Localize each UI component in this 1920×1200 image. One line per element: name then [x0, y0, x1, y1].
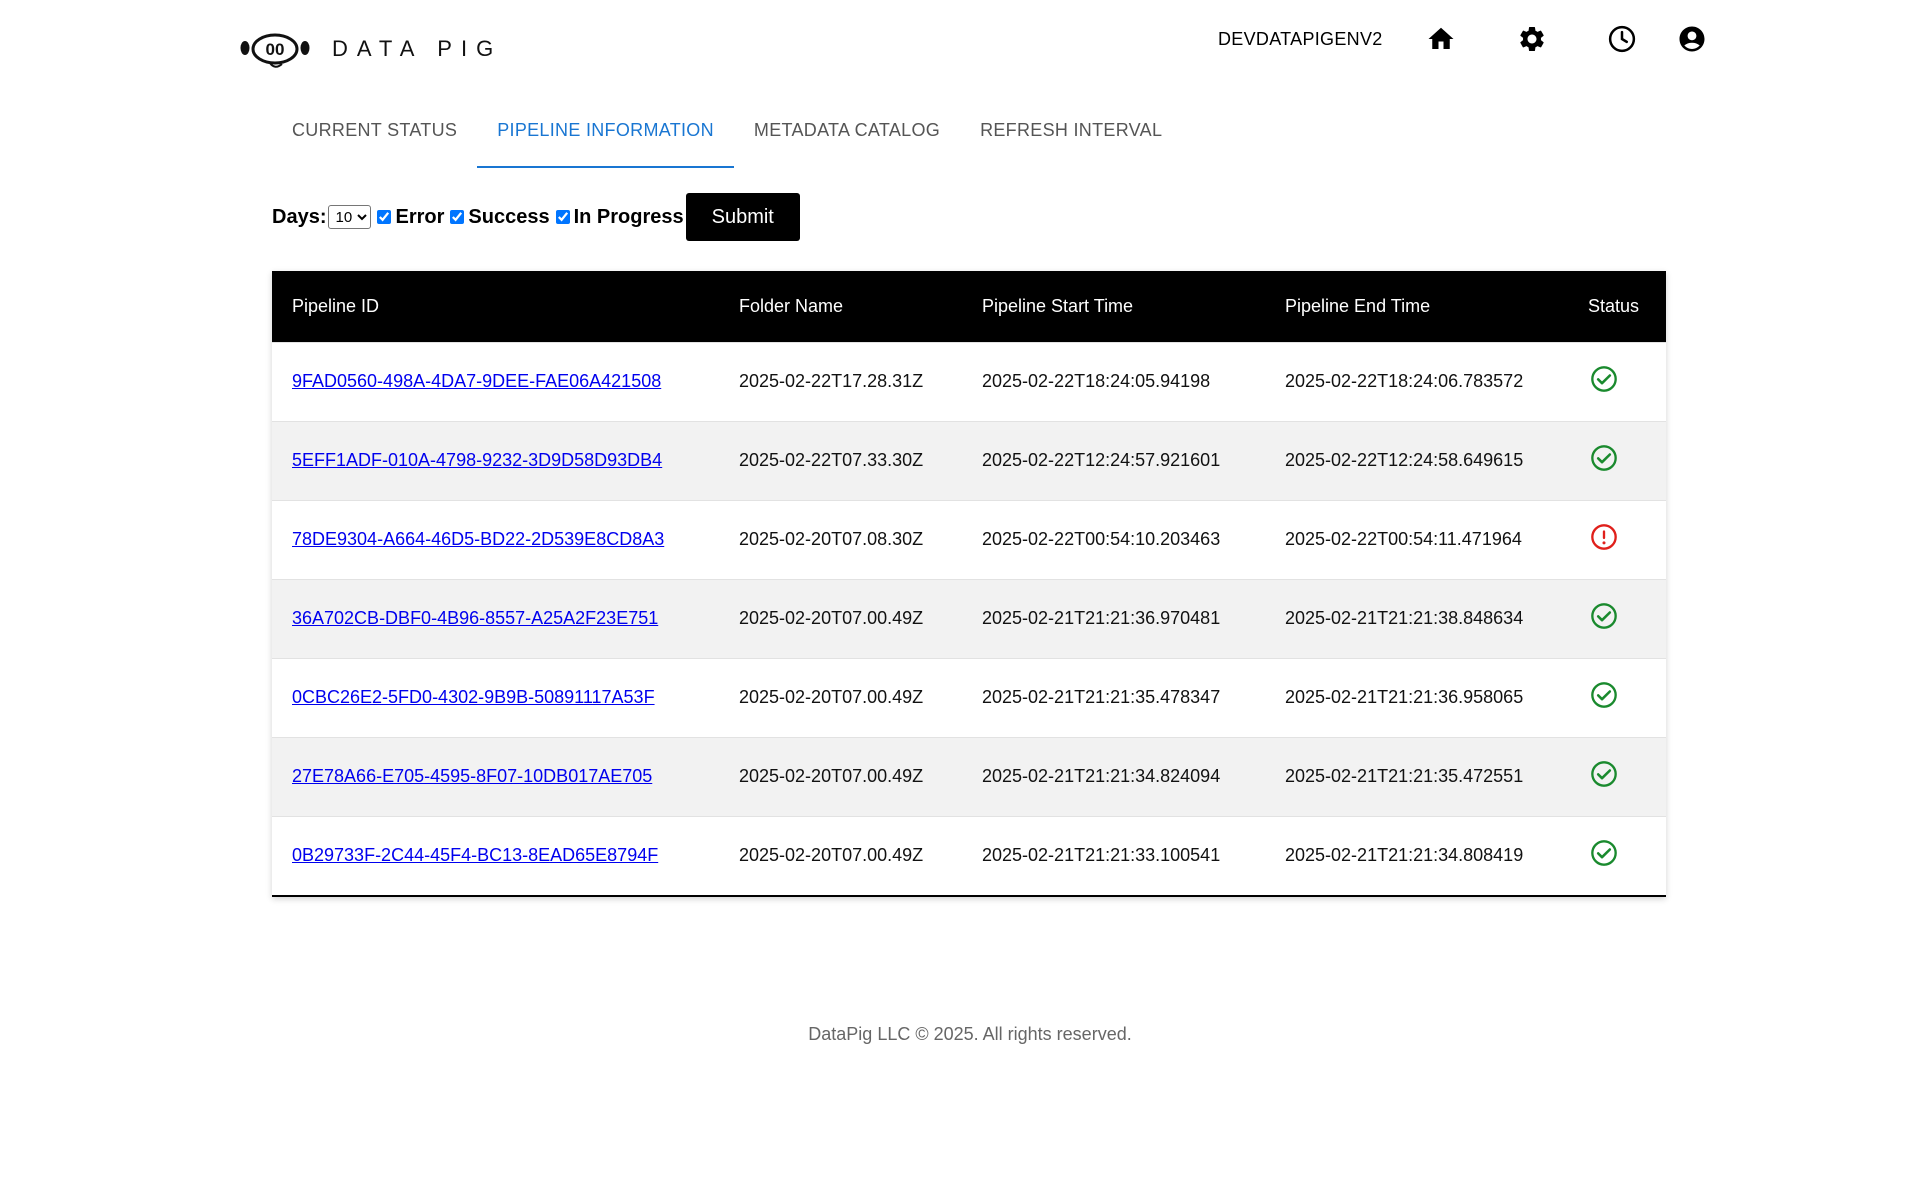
end-time-cell: 2025-02-21T21:21:35.472551 — [1285, 766, 1524, 786]
success-status-icon — [1590, 839, 1618, 867]
pipeline-id-link[interactable]: 9FAD0560-498A-4DA7-9DEE-FAE06A421508 — [292, 371, 661, 391]
tab-bar: CURRENT STATUS PIPELINE INFORMATION META… — [272, 100, 1182, 168]
column-header-folder-name[interactable]: Folder Name — [719, 271, 962, 342]
clock-icon[interactable] — [1607, 24, 1637, 54]
start-time-cell: 2025-02-21T21:21:34.824094 — [982, 766, 1221, 786]
success-status-icon — [1590, 760, 1618, 788]
folder-name-cell: 2025-02-20T07.00.49Z — [739, 608, 924, 628]
pipeline-id-cell: 0B29733F-2C44-45F4-BC13-8EAD65E8794F — [272, 816, 719, 895]
column-header-status[interactable]: Status — [1568, 271, 1666, 342]
success-status-icon — [1590, 365, 1618, 393]
start-time-cell: 2025-02-21T21:21:36.970481 — [982, 608, 1221, 628]
start-time-cell: 2025-02-22T18:24:05.94198 — [982, 371, 1211, 391]
column-header-start-time[interactable]: Pipeline Start Time — [962, 271, 1265, 342]
gear-icon[interactable] — [1517, 24, 1547, 54]
table-row: 5EFF1ADF-010A-4798-9232-3D9D58D93DB4 2025… — [272, 421, 1666, 500]
pipeline-id-link[interactable]: 78DE9304-A664-46D5-BD22-2D539E8CD8A3 — [292, 529, 664, 549]
footer-copyright: DataPig LLC © 2025. All rights reserved. — [808, 1024, 1132, 1044]
folder-name-cell: 2025-02-20T07.00.49Z — [739, 766, 924, 786]
table-row: 78DE9304-A664-46D5-BD22-2D539E8CD8A3 2025… — [272, 500, 1666, 579]
success-checkbox[interactable] — [450, 210, 465, 224]
pipeline-id-link[interactable]: 27E78A66-E705-4595-8F07-10DB017AE705 — [292, 766, 652, 786]
pipeline-id-link[interactable]: 0CBC26E2-5FD0-4302-9B9B-50891117A53F — [292, 687, 655, 707]
filter-bar: Days: 10 Error Success In Progress Submi… — [272, 192, 800, 242]
status-cell — [1568, 816, 1666, 895]
pipeline-id-cell: 78DE9304-A664-46D5-BD22-2D539E8CD8A3 — [272, 500, 719, 579]
success-status-icon — [1590, 681, 1618, 709]
start-time-cell: 2025-02-22T12:24:57.921601 — [982, 450, 1221, 470]
pig-logo-icon: 00 — [240, 33, 310, 68]
status-cell — [1568, 658, 1666, 737]
account-icon[interactable] — [1677, 24, 1707, 54]
success-label: Success — [468, 205, 550, 228]
success-status-icon — [1590, 602, 1618, 630]
page: 00 DATA PIG DEVDATAPIGENV2 CURRENT STATU… — [0, 0, 1920, 1200]
table-row: 0CBC26E2-5FD0-4302-9B9B-50891117A53F 2025… — [272, 658, 1666, 737]
end-time-cell: 2025-02-21T21:21:36.958065 — [1285, 687, 1524, 707]
days-label: Days: — [272, 205, 327, 228]
success-filter[interactable]: Success — [444, 205, 550, 229]
pipeline-table: Pipeline ID Folder Name Pipeline Start T… — [272, 271, 1666, 895]
column-header-pipeline-id[interactable]: Pipeline ID — [272, 271, 719, 342]
status-cell — [1568, 342, 1666, 421]
status-cell — [1568, 421, 1666, 500]
start-time-cell: 2025-02-21T21:21:35.478347 — [982, 687, 1221, 707]
tab-pipeline-information[interactable]: PIPELINE INFORMATION — [477, 100, 734, 168]
in-progress-filter[interactable]: In Progress — [550, 206, 684, 229]
home-icon[interactable] — [1426, 24, 1456, 54]
brand-name: DATA PIG — [332, 36, 503, 61]
pipeline-id-cell: 27E78A66-E705-4595-8F07-10DB017AE705 — [272, 737, 719, 816]
table-header-row: Pipeline ID Folder Name Pipeline Start T… — [272, 271, 1666, 342]
pipeline-id-cell: 5EFF1ADF-010A-4798-9232-3D9D58D93DB4 — [272, 421, 719, 500]
pipeline-id-link[interactable]: 0B29733F-2C44-45F4-BC13-8EAD65E8794F — [292, 845, 658, 865]
status-cell — [1568, 500, 1666, 579]
header: 00 DATA PIG DEVDATAPIGENV2 — [0, 0, 1920, 90]
status-cell — [1568, 737, 1666, 816]
in-progress-checkbox[interactable] — [555, 210, 570, 224]
in-progress-label: In Progress — [573, 205, 684, 228]
start-time-cell: 2025-02-22T00:54:10.203463 — [982, 529, 1221, 549]
svg-text:00: 00 — [266, 40, 285, 59]
error-label: Error — [395, 205, 445, 228]
folder-name-cell: 2025-02-20T07.00.49Z — [739, 845, 924, 866]
table-row: 0B29733F-2C44-45F4-BC13-8EAD65E8794F 2025… — [272, 816, 1666, 895]
error-checkbox[interactable] — [377, 210, 392, 224]
table-row: 36A702CB-DBF0-4B96-8557-A25A2F23E751 2025… — [272, 579, 1666, 658]
tab-current-status[interactable]: CURRENT STATUS — [272, 100, 477, 168]
submit-button[interactable]: Submit — [685, 193, 800, 241]
end-time-cell: 2025-02-22T00:54:11.471964 — [1285, 529, 1522, 549]
column-header-end-time[interactable]: Pipeline End Time — [1265, 271, 1568, 342]
end-time-cell: 2025-02-22T18:24:06.783572 — [1285, 371, 1524, 391]
tab-metadata-catalog[interactable]: METADATA CATALOG — [734, 100, 960, 168]
table-row: 9FAD0560-498A-4DA7-9DEE-FAE06A421508 2025… — [272, 342, 1666, 421]
error-filter[interactable]: Error — [371, 206, 444, 229]
days-select[interactable]: 10 — [328, 205, 372, 229]
status-cell — [1568, 579, 1666, 658]
pipeline-id-cell: 36A702CB-DBF0-4B96-8557-A25A2F23E751 — [272, 579, 719, 658]
end-time-cell: 2025-02-21T21:21:38.848634 — [1285, 608, 1524, 628]
environment-name: DEVDATAPIGENV2 — [1218, 29, 1383, 49]
folder-name-cell: 2025-02-22T07.33.30Z — [739, 450, 924, 470]
table-body: 9FAD0560-498A-4DA7-9DEE-FAE06A421508 2025… — [272, 342, 1666, 895]
folder-name-cell: 2025-02-20T07.08.30Z — [739, 529, 924, 549]
logo[interactable]: 00 DATA PIG — [240, 28, 502, 70]
pipeline-id-link[interactable]: 5EFF1ADF-010A-4798-9232-3D9D58D93DB4 — [292, 450, 662, 470]
success-status-icon — [1590, 444, 1618, 472]
pipeline-table-container: Pipeline ID Folder Name Pipeline Start T… — [272, 271, 1666, 897]
pipeline-id-cell: 9FAD0560-498A-4DA7-9DEE-FAE06A421508 — [272, 342, 719, 421]
table-row: 27E78A66-E705-4595-8F07-10DB017AE705 2025… — [272, 737, 1666, 816]
folder-name-cell: 2025-02-20T07.00.49Z — [739, 687, 924, 707]
pipeline-id-link[interactable]: 36A702CB-DBF0-4B96-8557-A25A2F23E751 — [292, 608, 658, 628]
folder-name-cell: 2025-02-22T17.28.31Z — [739, 371, 924, 391]
end-time-cell: 2025-02-21T21:21:34.808419 — [1285, 845, 1524, 866]
end-time-cell: 2025-02-22T12:24:58.649615 — [1285, 450, 1524, 470]
start-time-cell: 2025-02-21T21:21:33.100541 — [982, 845, 1221, 866]
error-status-icon — [1590, 523, 1618, 551]
tab-refresh-interval[interactable]: REFRESH INTERVAL — [960, 100, 1182, 168]
pipeline-id-cell: 0CBC26E2-5FD0-4302-9B9B-50891117A53F — [272, 658, 719, 737]
